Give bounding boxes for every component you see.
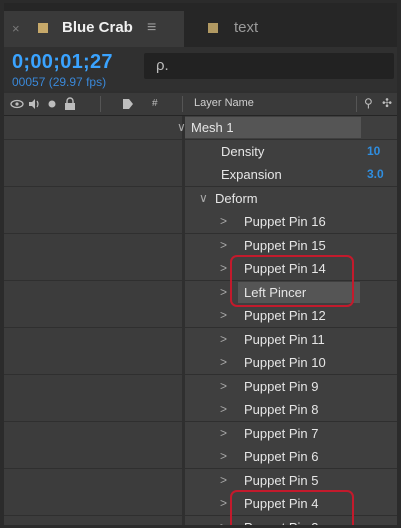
- current-time-display[interactable]: 0;00;01;27: [12, 51, 113, 74]
- switches-icon[interactable]: ✣: [382, 96, 392, 110]
- switches-cell: [4, 492, 182, 515]
- layer-property-row[interactable]: > Puppet Pin 9: [4, 375, 397, 398]
- property-label: Puppet Pin 9: [244, 379, 319, 394]
- switches-cell: [4, 281, 182, 304]
- column-divider: [182, 96, 183, 112]
- switches-cell: [4, 163, 182, 186]
- tab-blue-crab[interactable]: × Blue Crab ≡: [4, 11, 184, 47]
- property-label: Density: [221, 144, 265, 159]
- label-icon[interactable]: [122, 98, 134, 110]
- column-header: # Layer Name ⚲ ✣: [4, 93, 397, 116]
- chevron-down-icon[interactable]: ∨: [199, 191, 208, 205]
- audio-icon[interactable]: [28, 98, 42, 110]
- timeline-panel: × Blue Crab ≡ text 0;00;01;27 00057 (29.…: [4, 3, 397, 525]
- switches-cell: [4, 140, 182, 163]
- layer-property-row[interactable]: > Puppet Pin 10: [4, 351, 397, 374]
- tab-title: Blue Crab: [62, 19, 133, 36]
- layer-property-row[interactable]: ∨ Deform: [4, 187, 397, 210]
- layer-properties-list: ∨ Mesh 1 Density 10 Expansion 3.0 ∨ Deform > Pupp…: [4, 116, 397, 525]
- search-icon: ρ.: [156, 57, 169, 74]
- chevron-right-icon[interactable]: >: [220, 473, 227, 487]
- property-label: Deform: [215, 191, 258, 206]
- chevron-right-icon[interactable]: >: [220, 261, 227, 275]
- column-divider: [100, 96, 101, 112]
- chevron-right-icon[interactable]: >: [220, 379, 227, 393]
- switches-cell: [4, 445, 182, 468]
- switches-cell: [4, 398, 182, 421]
- panel-menu-icon[interactable]: ≡: [147, 19, 156, 37]
- search-input[interactable]: ρ.: [144, 53, 394, 79]
- layer-property-row[interactable]: > Puppet Pin 15: [4, 234, 397, 257]
- layer-property-row[interactable]: ∨ Mesh 1: [4, 116, 397, 139]
- close-icon[interactable]: ×: [12, 21, 20, 36]
- switches-cell: [4, 234, 182, 257]
- property-label: Puppet Pin 11: [244, 332, 325, 347]
- tab-text[interactable]: text: [234, 19, 258, 36]
- layer-property-row[interactable]: > Puppet Pin 16: [4, 210, 397, 233]
- name-cell: [185, 163, 397, 186]
- chevron-right-icon[interactable]: >: [220, 402, 227, 416]
- switches-cell: [4, 187, 182, 210]
- switches-cell: [4, 116, 182, 139]
- switches-cell: [4, 422, 182, 445]
- property-value[interactable]: 3.0: [367, 167, 384, 181]
- switches-cell: [4, 257, 182, 280]
- chevron-right-icon[interactable]: >: [220, 238, 227, 252]
- switches-cell: [4, 304, 182, 327]
- property-label: Puppet Pin 7: [244, 426, 319, 441]
- time-header: 0;00;01;27 00057 (29.97 fps) ρ.: [4, 47, 397, 91]
- chevron-right-icon[interactable]: >: [220, 308, 227, 322]
- parent-pickwhip-icon[interactable]: ⚲: [364, 96, 373, 110]
- frame-count: 00057 (29.97 fps): [12, 75, 107, 89]
- lock-icon[interactable]: [64, 97, 76, 110]
- chevron-right-icon[interactable]: >: [220, 285, 227, 299]
- column-divider: [356, 96, 357, 112]
- property-label: Expansion: [221, 167, 282, 182]
- property-label: Puppet Pin 5: [244, 473, 319, 488]
- property-label: Puppet Pin 6: [244, 449, 319, 464]
- switches-cell: [4, 516, 182, 525]
- label-swatch-icon: [38, 23, 48, 33]
- chevron-right-icon[interactable]: >: [220, 426, 227, 440]
- number-icon: #: [152, 98, 158, 109]
- switches-cell: [4, 375, 182, 398]
- callout-highlight: [230, 490, 354, 525]
- property-label: Mesh 1: [191, 120, 234, 135]
- property-label: Puppet Pin 16: [244, 214, 326, 229]
- property-label: Puppet Pin 15: [244, 238, 326, 253]
- layer-property-row[interactable]: > Puppet Pin 8: [4, 398, 397, 421]
- property-label: Puppet Pin 10: [244, 355, 326, 370]
- tab-bar: × Blue Crab ≡ text: [4, 3, 397, 47]
- switches-cell: [4, 351, 182, 374]
- chevron-right-icon[interactable]: >: [220, 496, 227, 510]
- layer-property-row[interactable]: > Puppet Pin 5: [4, 469, 397, 492]
- switches-cell: [4, 328, 182, 351]
- callout-highlight: [230, 255, 354, 307]
- chevron-right-icon[interactable]: >: [220, 214, 227, 228]
- property-value[interactable]: 10: [367, 144, 380, 158]
- chevron-right-icon[interactable]: >: [220, 449, 227, 463]
- label-swatch-icon: [208, 23, 218, 33]
- layer-property-row[interactable]: > Puppet Pin 7: [4, 422, 397, 445]
- solo-icon[interactable]: [48, 100, 56, 108]
- layer-property-row[interactable]: > Puppet Pin 6: [4, 445, 397, 468]
- layer-property-row[interactable]: > Puppet Pin 11: [4, 328, 397, 351]
- layer-property-row[interactable]: Expansion 3.0: [4, 163, 397, 186]
- switches-cell: [4, 210, 182, 233]
- switches-cell: [4, 469, 182, 492]
- layer-property-row[interactable]: Density 10: [4, 140, 397, 163]
- chevron-right-icon[interactable]: >: [220, 355, 227, 369]
- layer-name-column-header[interactable]: Layer Name: [194, 97, 254, 109]
- chevron-right-icon[interactable]: >: [220, 332, 227, 346]
- layer-property-row[interactable]: > Puppet Pin 12: [4, 304, 397, 327]
- chevron-right-icon[interactable]: >: [220, 520, 227, 525]
- chevron-down-icon[interactable]: ∨: [177, 120, 186, 134]
- property-label: Puppet Pin 12: [244, 308, 326, 323]
- property-label: Puppet Pin 8: [244, 402, 319, 417]
- name-cell: [185, 140, 397, 163]
- eye-icon[interactable]: [10, 99, 24, 109]
